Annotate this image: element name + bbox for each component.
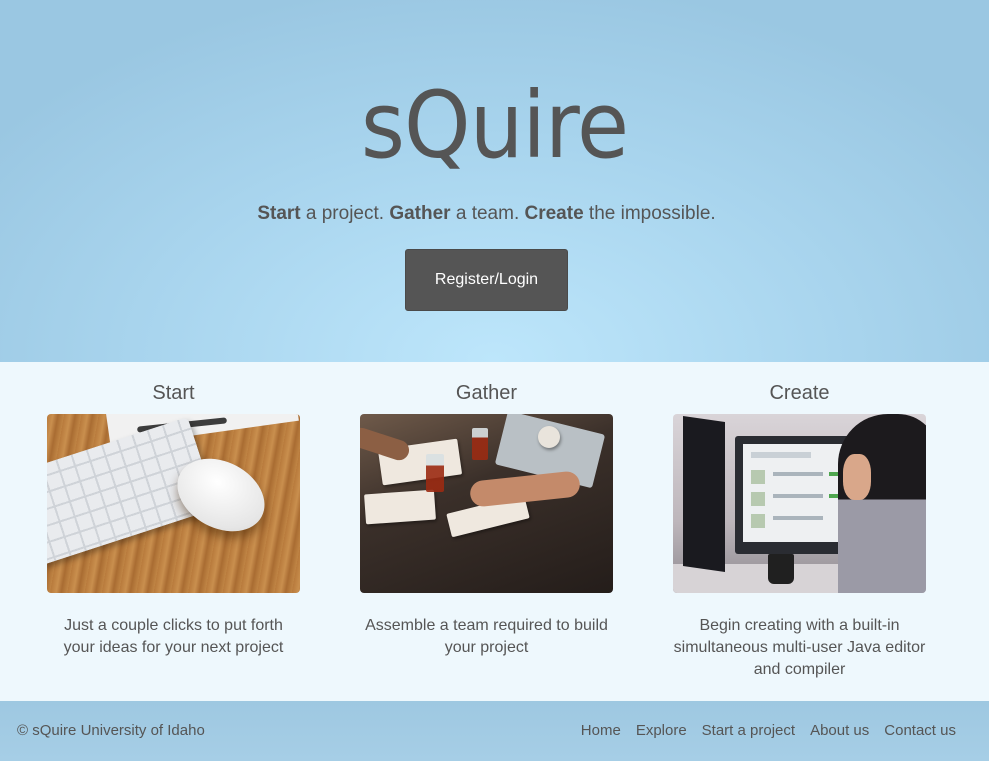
- feature-description: Assemble a team required to build your p…: [365, 617, 608, 656]
- hero-section: sQuire Start a project. Gather a team. C…: [0, 0, 989, 362]
- footer-nav: Home Explore Start a project About us Co…: [581, 722, 956, 739]
- tagline: Start a project. Gather a team. Create t…: [0, 203, 973, 225]
- nav-link-home[interactable]: Home: [581, 722, 621, 739]
- feature-title: Gather: [455, 382, 518, 404]
- feature-description: Begin creating with a built-in simultane…: [673, 617, 926, 678]
- site-logo[interactable]: sQuire: [40, 72, 950, 179]
- keyboard-mouse-photo: [47, 414, 300, 593]
- feature-gather: Gather Assemble a team required to build…: [360, 362, 613, 659]
- tagline-create-rest: the impossible.: [583, 203, 716, 224]
- team-meeting-photo: [360, 414, 613, 593]
- nav-link-explore[interactable]: Explore: [636, 722, 687, 739]
- copyright-text: © sQuire University of Idaho: [17, 722, 205, 739]
- tagline-create-bold: Create: [524, 203, 584, 224]
- feature-title: Start: [152, 382, 195, 404]
- feature-start: Start Just a couple clicks to put forth …: [47, 362, 300, 659]
- feature-description: Just a couple clicks to put forth your i…: [63, 617, 284, 656]
- footer: © sQuire University of Idaho Home Explor…: [0, 701, 989, 761]
- register-login-button[interactable]: Register/Login: [405, 249, 568, 311]
- developer-photo: [673, 414, 926, 593]
- feature-create: Create Begin creating with a built-in si…: [673, 362, 926, 681]
- nav-link-about[interactable]: About us: [810, 722, 869, 739]
- features-section: Start Just a couple clicks to put forth …: [0, 362, 989, 701]
- nav-link-start-project[interactable]: Start a project: [702, 722, 795, 739]
- tagline-gather-rest: a team.: [450, 203, 525, 224]
- feature-title: Create: [769, 382, 830, 404]
- tagline-gather-bold: Gather: [389, 203, 451, 224]
- tagline-start-rest: a project.: [300, 203, 390, 224]
- tagline-start-bold: Start: [257, 203, 301, 224]
- nav-link-contact[interactable]: Contact us: [884, 722, 956, 739]
